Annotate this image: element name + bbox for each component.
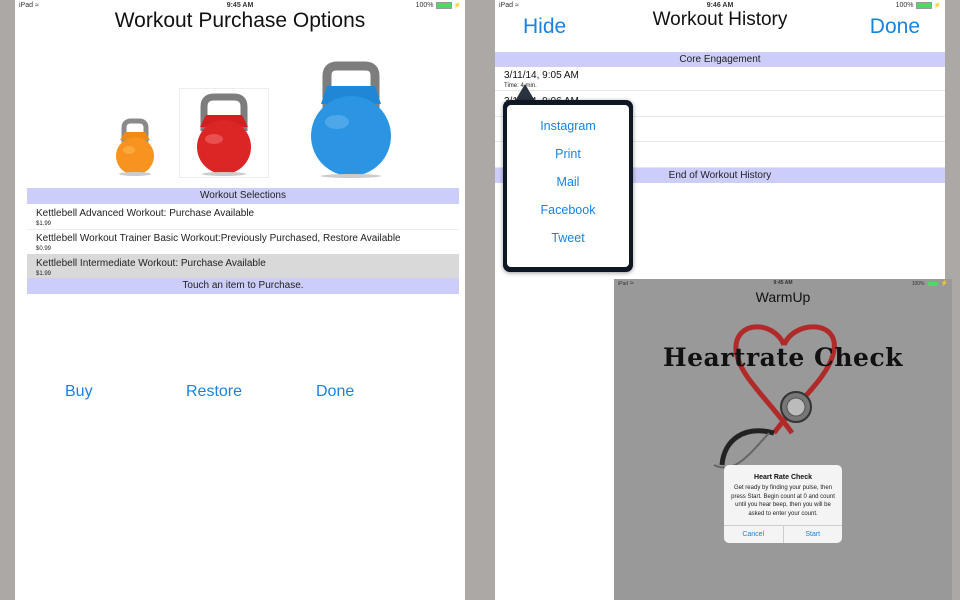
red-kettlebell-frame <box>179 88 269 178</box>
buy-button[interactable]: Buy <box>65 383 93 401</box>
workout-item-intermediate[interactable]: Kettlebell Intermediate Workout: Purchas… <box>27 254 459 280</box>
heartrate-check-caption: Heartrate Check <box>663 343 903 372</box>
start-button[interactable]: Start <box>782 526 843 543</box>
battery-percent: 100% <box>415 2 434 9</box>
share-instagram[interactable]: Instagram <box>507 119 629 133</box>
heart-rate-alert: Heart Rate Check Get ready by finding yo… <box>724 465 842 543</box>
restore-button[interactable]: Restore <box>186 383 242 401</box>
battery-percent: 100% <box>911 280 925 287</box>
share-popover: Instagram Print Mail Facebook Tweet <box>503 100 633 272</box>
done-button[interactable]: Done <box>870 15 920 39</box>
item-title: Kettlebell Intermediate Workout: Purchas… <box>36 258 266 269</box>
share-print[interactable]: Print <box>507 147 629 161</box>
purchase-hint-footer: Touch an item to Purchase. <box>27 278 459 294</box>
status-time: 9:46 AM <box>706 2 734 9</box>
history-date: 3/11/14, 9:05 AM <box>504 70 579 81</box>
share-mail[interactable]: Mail <box>507 175 629 189</box>
charging-icon: ⚡ <box>940 281 948 287</box>
purchase-options-screen: iPad ≈ 9:45 AM 100% ⚡ Workout Purchase Opt… <box>15 0 465 600</box>
battery-icon <box>915 2 932 9</box>
alert-message: Get ready by finding your pulse, then pr… <box>731 485 835 517</box>
status-time: 9:45 AM <box>773 280 793 286</box>
alert-title: Heart Rate Check <box>754 474 812 481</box>
workout-item-advanced[interactable]: Kettlebell Advanced Workout: Purchase Av… <box>27 204 459 230</box>
done-button[interactable]: Done <box>316 383 354 401</box>
red-kettlebell-image <box>197 93 251 176</box>
item-price: $0.99 <box>36 246 52 252</box>
page-title: Workout Purchase Options <box>114 9 366 32</box>
page-title: WarmUp <box>755 289 811 305</box>
charging-icon: ⚡ <box>453 3 461 9</box>
workout-selections-header: Workout Selections <box>27 188 459 204</box>
battery-icon <box>926 280 939 287</box>
share-tweet[interactable]: Tweet <box>507 231 629 245</box>
battery-icon <box>435 2 452 9</box>
blue-kettlebell-image <box>311 61 391 178</box>
workout-item-basic[interactable]: Kettlebell Workout Trainer Basic Workout… <box>27 229 459 255</box>
item-title: Kettlebell Workout Trainer Basic Workout… <box>36 233 401 244</box>
item-title: Kettlebell Advanced Workout: Purchase Av… <box>36 208 255 219</box>
popover-arrow <box>515 84 535 101</box>
item-price: $1.99 <box>36 271 52 277</box>
heart-stethoscope-image <box>713 324 837 469</box>
status-time: 9:45 AM <box>226 2 254 9</box>
history-row[interactable]: 3/11/14, 9:05 AM Time: 4 min. <box>495 65 945 91</box>
item-price: $1.99 <box>36 221 52 227</box>
share-facebook[interactable]: Facebook <box>507 203 629 217</box>
charging-icon: ⚡ <box>933 3 941 9</box>
orange-kettlebell-image <box>116 118 154 176</box>
cancel-button[interactable]: Cancel <box>724 526 783 543</box>
status-bar: iPad ≈ 9:45 AM 100% ⚡ <box>614 279 952 289</box>
battery-percent: 100% <box>895 2 914 9</box>
warmup-screen: iPad ≈ 9:45 AM 100% ⚡ WarmUp Heartrate Che… <box>614 279 952 600</box>
